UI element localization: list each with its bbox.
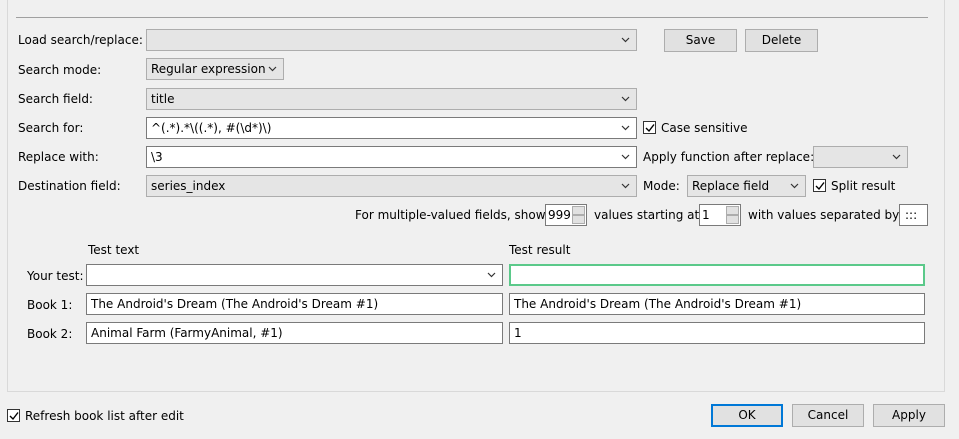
triangle-down-icon[interactable] (572, 215, 585, 224)
apply-button[interactable]: Apply (873, 404, 945, 427)
search-mode-label: Search mode: (18, 63, 102, 77)
book-2-text-input[interactable]: Animal Farm (FarmyAnimal, #1) (86, 322, 503, 344)
book-1-result[interactable]: The Android's Dream (The Android's Dream… (509, 293, 925, 315)
chevron-down-icon (268, 66, 277, 72)
checkmark-icon (815, 182, 825, 191)
chevron-down-icon[interactable] (621, 152, 630, 161)
split-result-checkbox[interactable] (813, 179, 826, 192)
chevron-down-icon (892, 154, 901, 160)
book-1-result-value: The Android's Dream (The Android's Dream… (514, 297, 802, 311)
chevron-down-icon[interactable] (487, 270, 496, 279)
multi-prefix-label: For multiple-valued fields, show (355, 208, 546, 222)
multi-suffix-label: with values separated by (748, 208, 900, 222)
replace-with-input[interactable]: \3 (146, 146, 637, 168)
split-result-label: Split result (831, 179, 896, 193)
test-text-header: Test text (88, 243, 140, 257)
replace-with-value: \3 (151, 150, 163, 164)
separator-line (16, 17, 928, 18)
separator-input[interactable]: ::: (899, 204, 928, 226)
search-for-input[interactable]: ^(.*).*\((.*), #(\d*)\) (146, 117, 637, 139)
book-2-result[interactable]: 1 (509, 322, 925, 344)
chevron-down-icon (621, 37, 630, 43)
triangle-down-icon[interactable] (726, 215, 739, 224)
load-search-replace-label: Load search/replace: (18, 33, 143, 47)
test-result-header: Test result (509, 243, 571, 257)
separator-value: ::: (905, 208, 918, 222)
mode-value: Replace field (692, 179, 770, 193)
triangle-up-icon[interactable] (726, 206, 739, 215)
refresh-book-list-checkbox[interactable] (7, 409, 20, 422)
search-field-combo[interactable]: title (146, 88, 637, 110)
case-sensitive-checkbox[interactable] (643, 121, 656, 134)
search-for-value: ^(.*).*\((.*), #(\d*)\) (151, 121, 272, 135)
ok-button[interactable]: OK (711, 404, 783, 427)
refresh-book-list-label: Refresh book list after edit (25, 409, 184, 423)
apply-function-combo[interactable] (813, 146, 908, 168)
book-2-label: Book 2: (27, 327, 73, 341)
checkmark-icon (9, 412, 19, 421)
book-2-result-value: 1 (514, 326, 522, 340)
chevron-down-icon (790, 183, 799, 189)
your-test-label: Your test: (27, 269, 84, 283)
your-test-input[interactable] (86, 264, 503, 286)
multi-middle-label: values starting at (594, 208, 700, 222)
search-mode-combo[interactable]: Regular expression (146, 58, 284, 80)
apply-function-label: Apply function after replace: (643, 150, 815, 164)
book-1-text-input[interactable]: The Android's Dream (The Android's Dream… (86, 293, 503, 315)
delete-button[interactable]: Delete (745, 29, 818, 52)
save-button[interactable]: Save (664, 29, 737, 52)
checkmark-icon (645, 124, 655, 133)
cancel-button[interactable]: Cancel (792, 404, 864, 427)
start-spinbox[interactable]: 1 (699, 204, 741, 226)
mode-label: Mode: (643, 179, 680, 193)
load-search-replace-combo[interactable] (146, 29, 637, 51)
replace-with-label: Replace with: (18, 150, 99, 164)
destination-field-value: series_index (151, 179, 226, 193)
triangle-up-icon[interactable] (572, 206, 585, 215)
search-field-label: Search field: (18, 92, 93, 106)
search-for-label: Search for: (18, 121, 84, 135)
chevron-down-icon (621, 96, 630, 102)
your-test-result[interactable] (509, 264, 925, 286)
start-value: 1 (702, 208, 710, 222)
chevron-down-icon[interactable] (621, 123, 630, 132)
case-sensitive-label: Case sensitive (661, 121, 748, 135)
mode-combo[interactable]: Replace field (687, 175, 806, 197)
book-1-label: Book 1: (27, 298, 73, 312)
show-count-value: 999 (548, 208, 571, 222)
search-field-value: title (151, 92, 175, 106)
search-mode-value: Regular expression (151, 62, 266, 76)
chevron-down-icon (621, 183, 630, 189)
book-2-text-value: Animal Farm (FarmyAnimal, #1) (91, 326, 283, 340)
destination-field-label: Destination field: (18, 179, 121, 193)
show-count-spinbox[interactable]: 999 (545, 204, 587, 226)
destination-field-combo[interactable]: series_index (146, 175, 637, 197)
book-1-text-value: The Android's Dream (The Android's Dream… (91, 297, 379, 311)
